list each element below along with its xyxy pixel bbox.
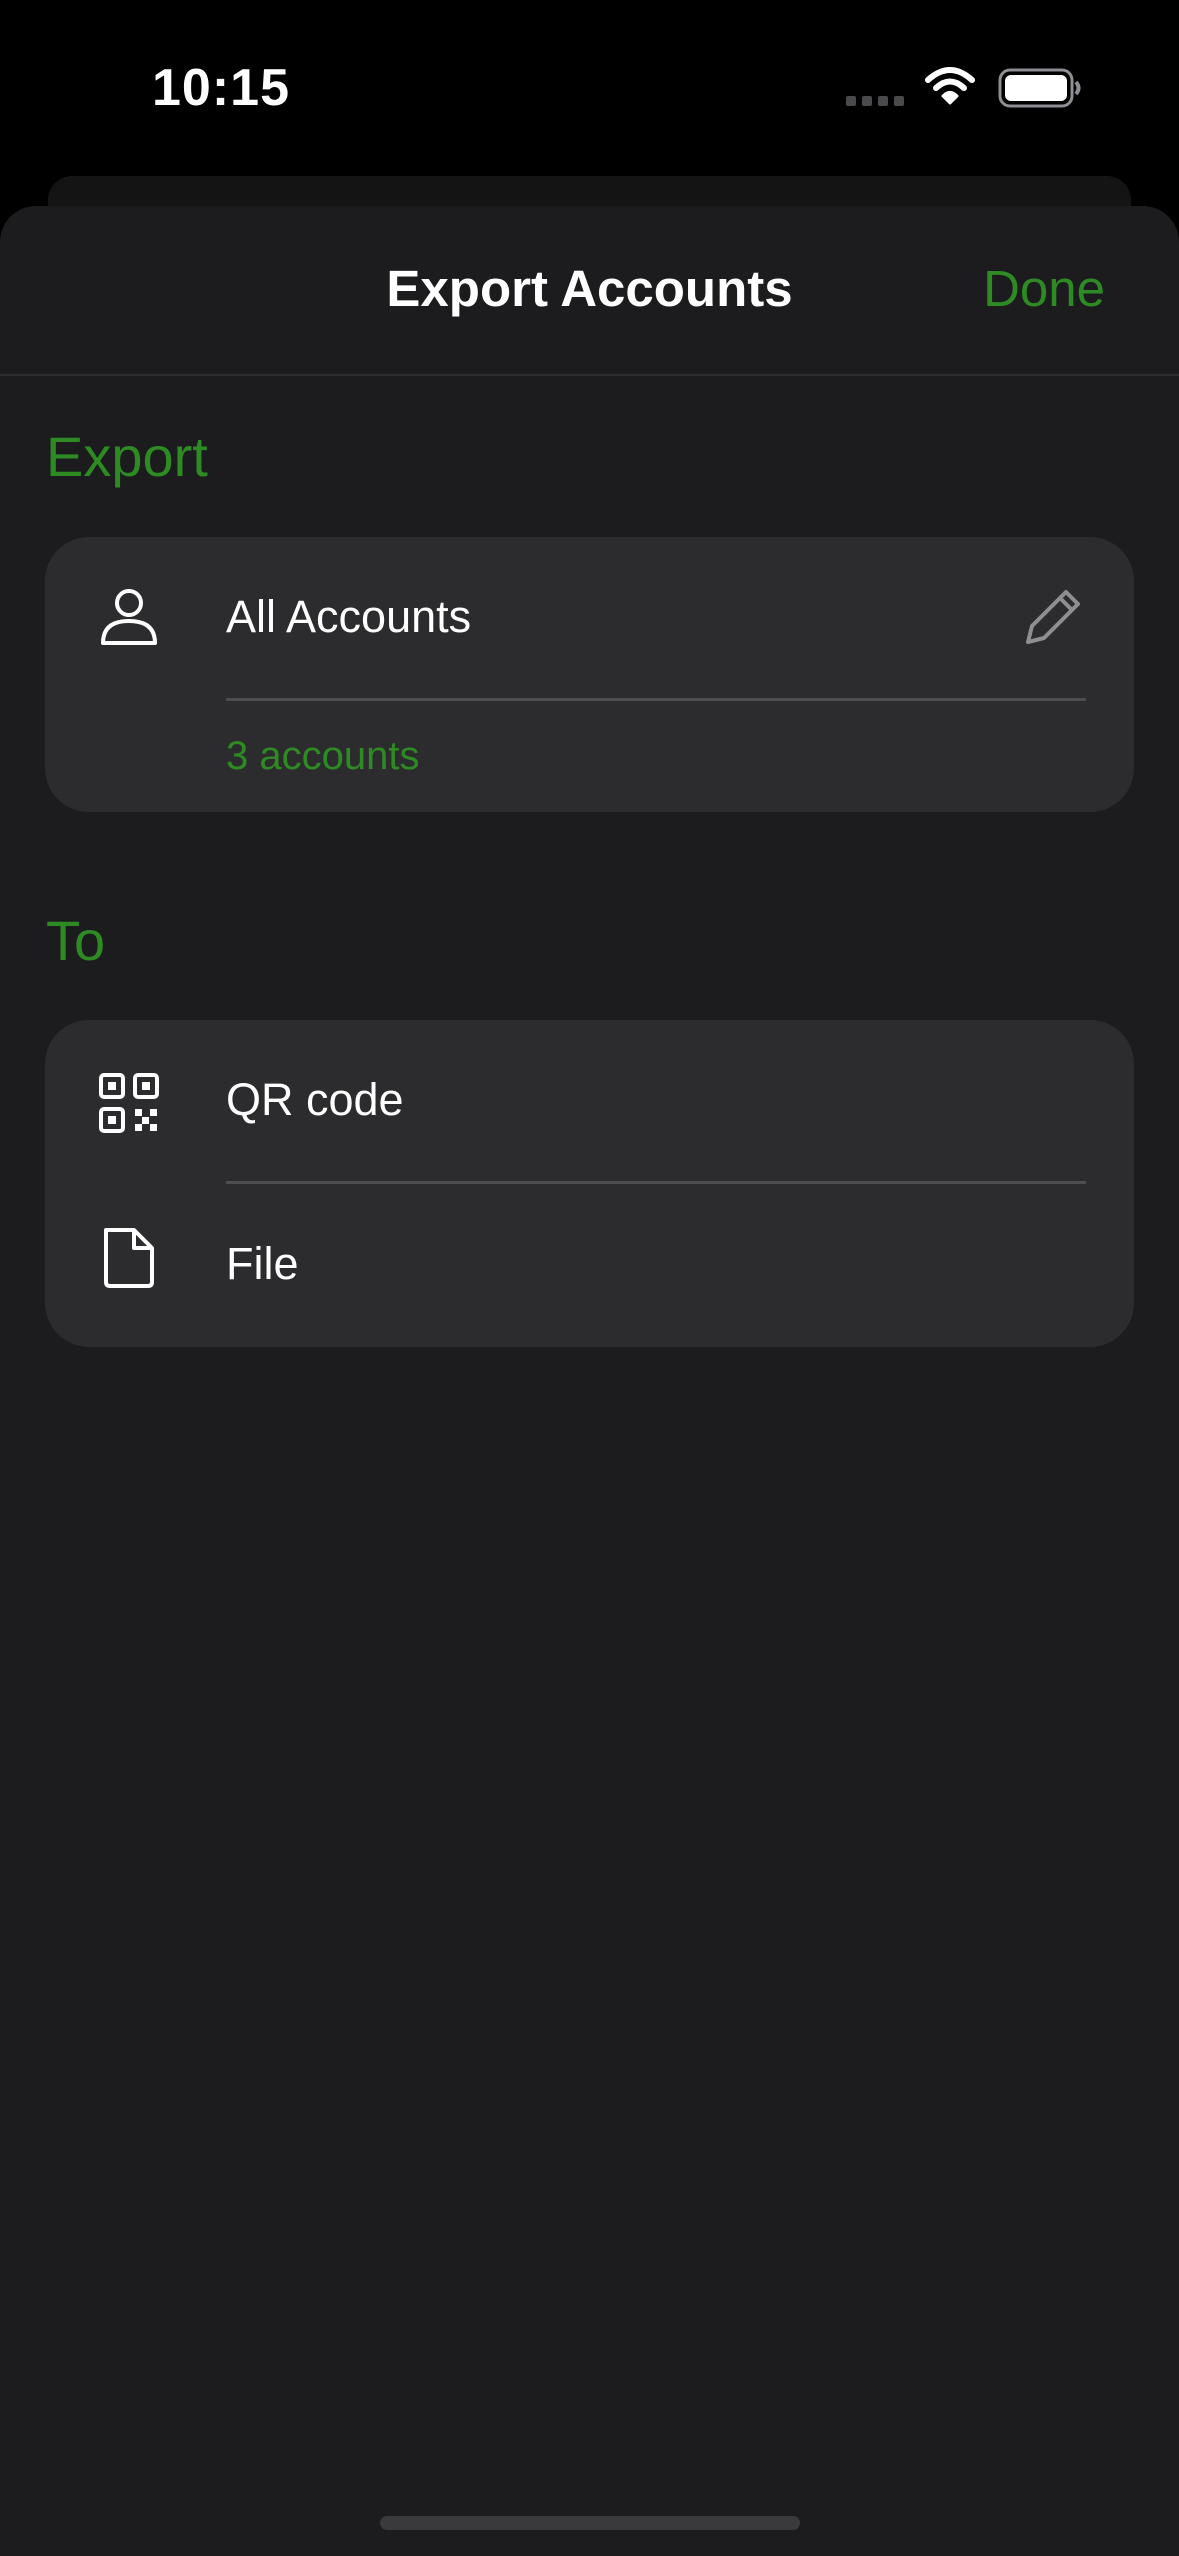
export-section-header: Export [46,425,208,488]
status-time: 10:15 [152,59,290,117]
wifi-icon [925,67,975,105]
qr-code-icon [99,1073,159,1133]
all-accounts-label: All Accounts [226,591,472,642]
battery-icon [998,68,1081,108]
row-divider [226,698,1086,701]
document-icon [104,1228,154,1288]
home-indicator[interactable] [380,2516,800,2530]
pencil-icon[interactable] [1022,584,1086,648]
accounts-card[interactable]: All Accounts 3 accounts [45,537,1134,812]
person-icon [101,589,157,645]
accounts-count: 3 accounts [226,734,420,778]
nav-divider [0,374,1179,376]
file-label: File [226,1238,299,1289]
to-section-header: To [46,909,106,972]
destination-card: QR code File [45,1020,1134,1347]
destination-row-qr-code[interactable]: QR code [45,1020,1134,1183]
qr-code-label: QR code [226,1074,404,1125]
destination-row-file[interactable]: File [45,1184,1134,1347]
cellular-signal-icon [846,96,904,106]
done-button[interactable]: Done [983,259,1105,318]
